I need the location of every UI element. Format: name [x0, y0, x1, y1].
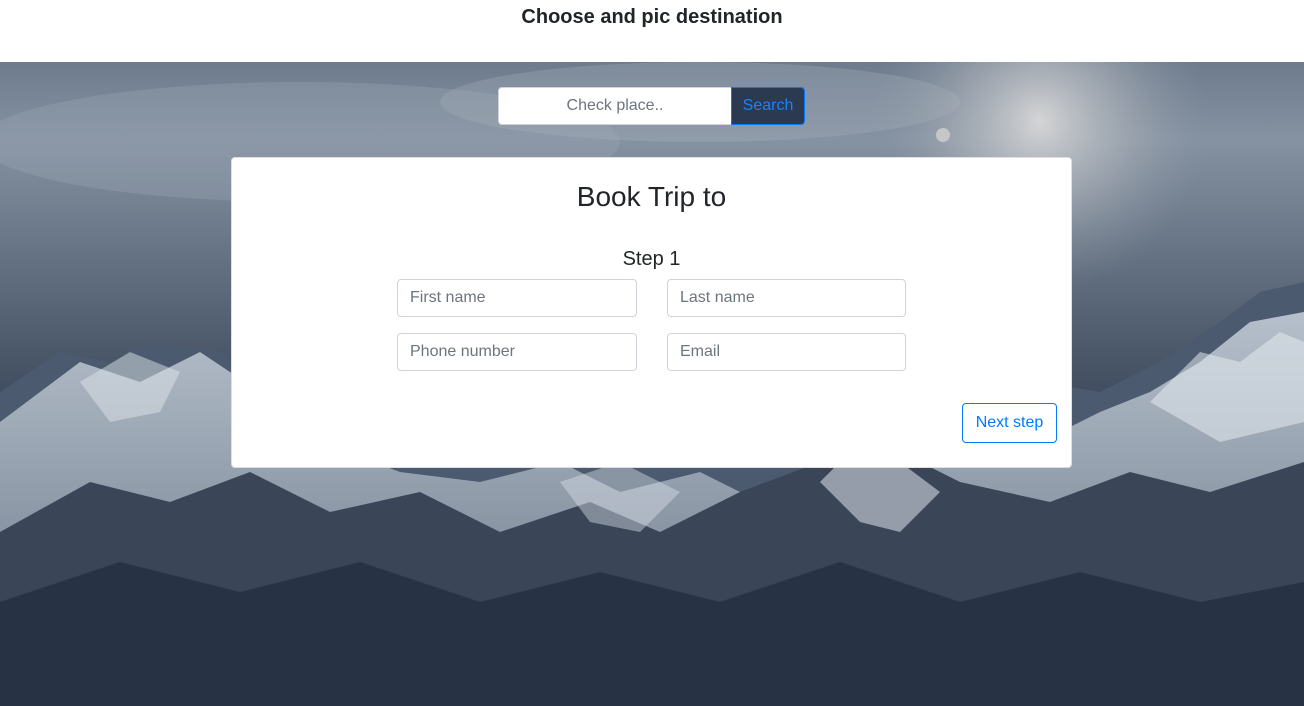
top-header: Choose and pic destination — [0, 0, 1304, 62]
phone-number-field[interactable] — [397, 333, 637, 371]
search-button[interactable]: Search — [731, 87, 805, 125]
hero-background: Search Book Trip to Step 1 Next step — [0, 62, 1304, 706]
last-name-field[interactable] — [667, 279, 906, 317]
booking-card: Book Trip to Step 1 Next step — [231, 157, 1072, 468]
email-field[interactable] — [667, 333, 906, 371]
step-label: Step 1 — [622, 248, 681, 270]
search-input[interactable] — [498, 87, 731, 125]
first-name-field[interactable] — [397, 279, 637, 317]
booking-title: Book Trip to — [576, 181, 727, 212]
next-step-button[interactable]: Next step — [962, 403, 1057, 443]
search-bar: Search — [498, 87, 805, 125]
page-title: Choose and pic destination — [521, 6, 783, 28]
